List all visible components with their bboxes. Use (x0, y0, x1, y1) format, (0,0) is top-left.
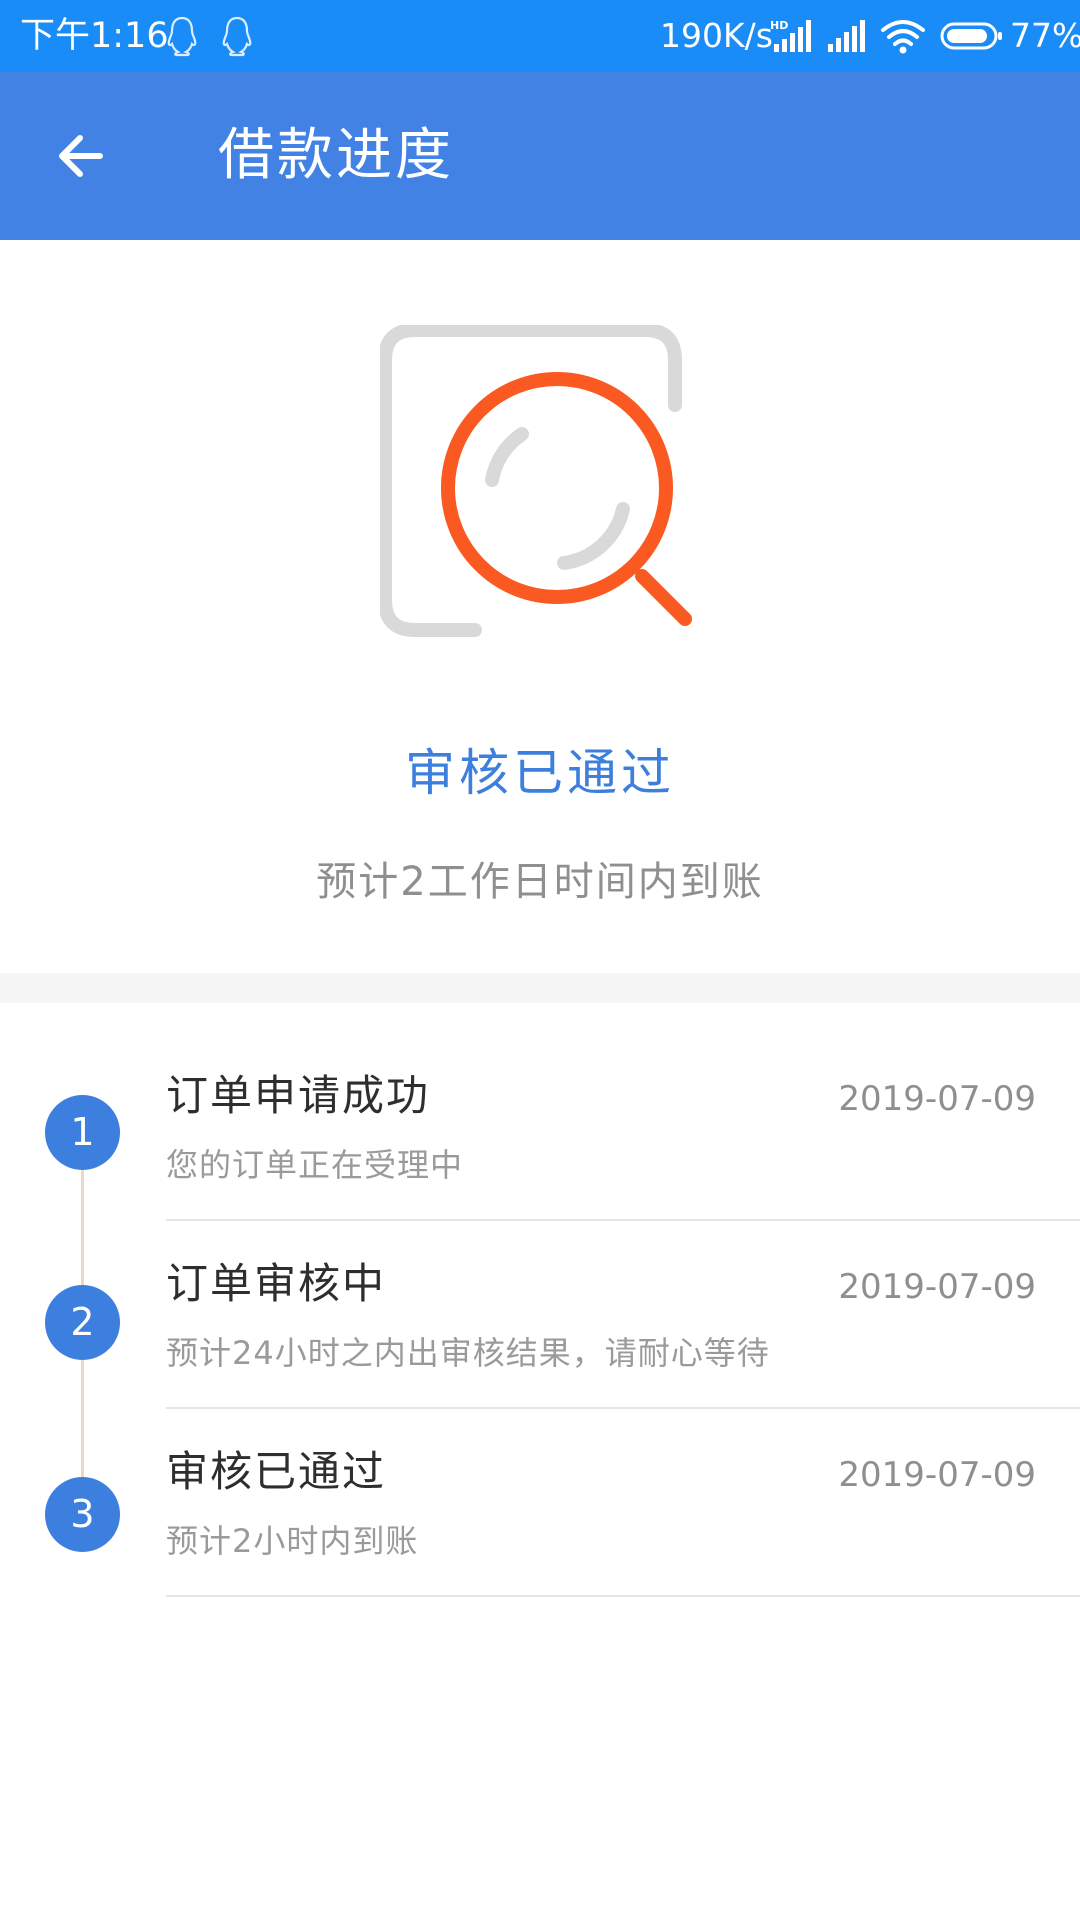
app-bar: 借款进度 (0, 72, 1080, 240)
battery-percentage: 77% (1010, 16, 1080, 55)
search-review-icon (380, 325, 692, 637)
hd-signal-icon: HD (770, 19, 811, 52)
arrival-estimate: 预计2工作日时间内到账 (316, 859, 764, 905)
section-divider (0, 973, 1080, 1003)
step-date: 2019-07-09 (838, 1079, 1036, 1119)
step-title: 审核已通过 (166, 1447, 387, 1496)
step-separator (166, 1219, 1080, 1221)
network-speed: 190K/s (660, 16, 773, 55)
step-separator (166, 1407, 1080, 1409)
qq-icon (222, 16, 252, 57)
qq-icon (167, 16, 197, 57)
step-description: 您的订单正在受理中 (166, 1146, 464, 1184)
battery-icon (940, 22, 1002, 50)
step-number-badge: 2 (45, 1285, 120, 1360)
wifi-icon (881, 20, 925, 54)
review-status-title: 审核已通过 (405, 744, 675, 802)
step-number-badge: 1 (45, 1095, 120, 1170)
step-date: 2019-07-09 (838, 1455, 1036, 1495)
arrow-left-icon (59, 135, 103, 177)
signal-icon (828, 20, 865, 52)
step-separator (166, 1595, 1080, 1597)
back-button[interactable] (40, 116, 130, 196)
step-description: 预计2小时内到账 (166, 1522, 419, 1560)
page-title: 借款进度 (218, 123, 454, 188)
status-time: 下午1:16 (20, 16, 169, 56)
svg-text:HD: HD (770, 19, 788, 32)
loan-progress-screen: 下午1:16 190K/s HD 77% 借款进度 审核已通过 预计2工作日时间… (0, 0, 1080, 1920)
step-number-badge: 3 (45, 1477, 120, 1552)
status-bar: 下午1:16 190K/s HD 77% (0, 0, 1080, 72)
step-title: 订单审核中 (166, 1259, 387, 1308)
step-description: 预计24小时之内出审核结果，请耐心等待 (166, 1334, 770, 1372)
step-date: 2019-07-09 (838, 1267, 1036, 1307)
step-title: 订单申请成功 (166, 1071, 431, 1120)
